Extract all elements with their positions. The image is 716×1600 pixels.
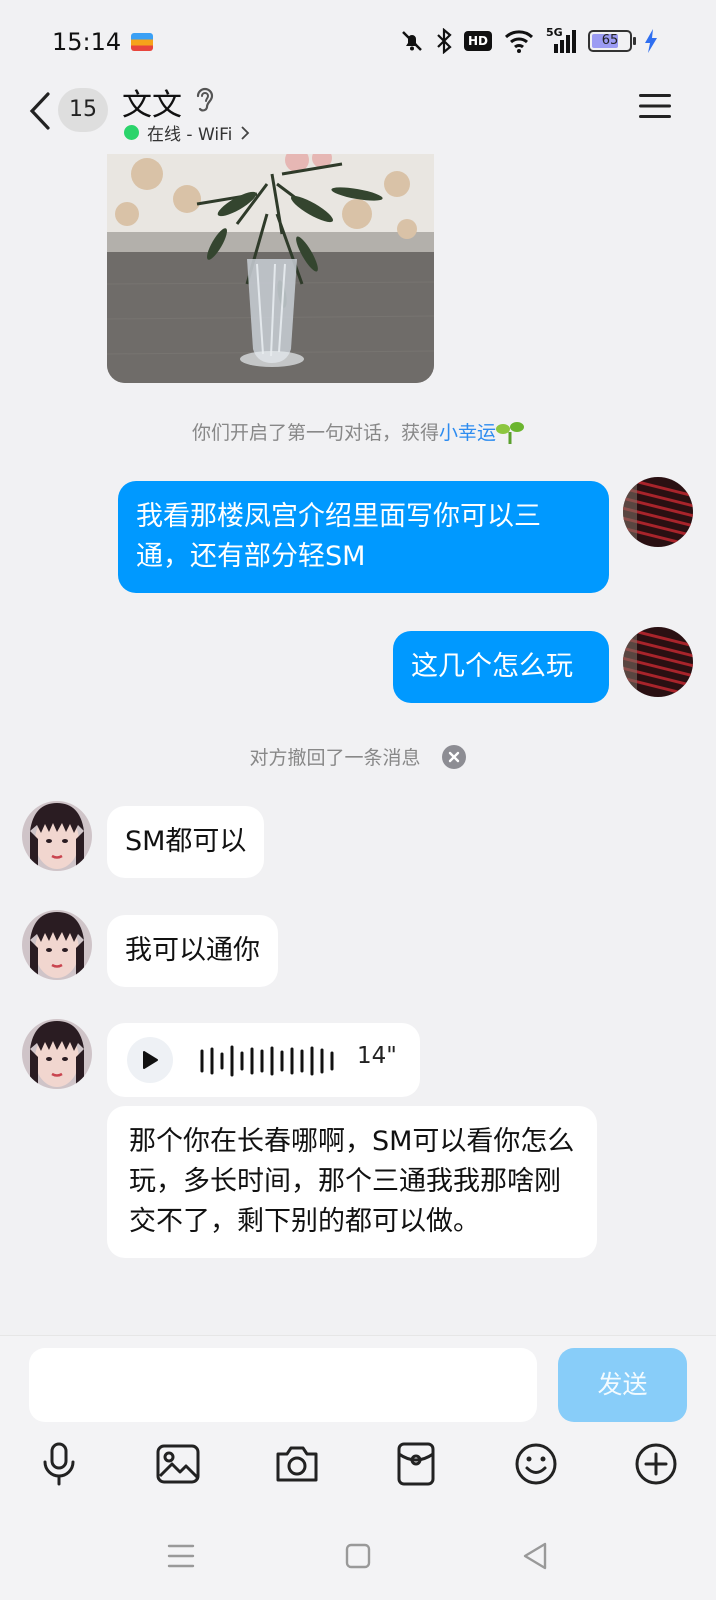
- back-button[interactable]: [24, 88, 56, 134]
- menu-button[interactable]: [638, 92, 672, 124]
- my-avatar[interactable]: [623, 477, 693, 547]
- chevron-left-icon: [29, 92, 50, 130]
- contact-avatar[interactable]: [22, 1019, 92, 1089]
- chat-header: 15 文文 在线 - WiFi: [0, 80, 716, 154]
- camera-button[interactable]: [269, 1436, 325, 1492]
- hd-voice-badge: HD: [463, 31, 492, 51]
- recall-notice-text: 对方撤回了一条消息: [249, 747, 421, 769]
- contact-name[interactable]: 文文: [122, 80, 182, 124]
- lucky-link[interactable]: 小幸运: [439, 422, 496, 444]
- status-icons: HD 5G 65: [400, 26, 658, 56]
- nav-home-button[interactable]: [338, 1536, 378, 1576]
- recall-notice: 对方撤回了一条消息: [0, 743, 716, 770]
- system-notice: 你们开启了第一句对话，获得小幸运: [0, 418, 716, 445]
- microphone-button[interactable]: [31, 1436, 87, 1492]
- send-button[interactable]: 发送: [558, 1348, 687, 1422]
- incoming-message[interactable]: SM都可以: [107, 806, 265, 878]
- plus-icon: [635, 1443, 677, 1485]
- message-text: 这几个怎么玩: [411, 651, 573, 682]
- message-text: SM都可以: [125, 826, 247, 857]
- signal-5g-icon: 5G: [546, 26, 576, 54]
- recent-apps-icon: [167, 1544, 195, 1568]
- hamburger-menu-icon: [639, 94, 671, 118]
- mute-bell-icon: [402, 31, 422, 51]
- charging-bolt-icon: [645, 29, 657, 53]
- online-dot: [124, 125, 139, 140]
- waveform-icon: [200, 1045, 334, 1077]
- emoji-button[interactable]: [508, 1436, 564, 1492]
- nav-menu-button[interactable]: [161, 1536, 201, 1576]
- outgoing-message[interactable]: 我看那楼凤宫介绍里面写你可以三通，还有部分轻SM: [118, 481, 609, 593]
- red-packet-icon: [397, 1442, 435, 1486]
- home-square-icon: [345, 1543, 371, 1569]
- transcription-text: 那个你在长春哪啊，SM可以看你怎么玩，多长时间，那个三通我我那啥刚交不了，剩下别…: [129, 1126, 575, 1237]
- system-notice-text: 你们开启了第一句对话，获得: [191, 422, 439, 444]
- status-bar: 15:14 HD 5G 65: [0, 0, 716, 80]
- sprout-icon: [496, 422, 525, 444]
- nav-back-button[interactable]: [515, 1536, 555, 1576]
- back-triangle-icon: [523, 1542, 547, 1570]
- my-avatar[interactable]: [623, 627, 693, 697]
- battery-indicator: 65: [588, 30, 636, 52]
- image-icon: [156, 1444, 200, 1484]
- wifi-icon: [504, 30, 534, 53]
- photo-message[interactable]: [107, 154, 434, 383]
- message-input[interactable]: [29, 1348, 537, 1422]
- flower-vase-photo: [107, 154, 434, 383]
- outgoing-message[interactable]: 这几个怎么玩: [393, 631, 609, 703]
- image-button[interactable]: [150, 1436, 206, 1492]
- camera-icon: [276, 1446, 318, 1482]
- voice-duration: 14": [357, 1043, 397, 1069]
- contact-avatar[interactable]: [22, 910, 92, 980]
- online-status-text: 在线 - WiFi: [147, 125, 233, 145]
- ear-icon[interactable]: [192, 84, 218, 116]
- emoji-icon: [515, 1443, 557, 1485]
- unread-count-badge[interactable]: 15: [58, 88, 108, 132]
- online-status-row[interactable]: 在线 - WiFi: [124, 120, 250, 145]
- wallet-notification-icon: [131, 33, 153, 51]
- message-text: 我看那楼凤宫介绍里面写你可以三通，还有部分轻SM: [136, 501, 541, 572]
- play-icon: [143, 1051, 158, 1069]
- voice-transcription[interactable]: 那个你在长春哪啊，SM可以看你怎么玩，多长时间，那个三通我我那啥刚交不了，剩下别…: [107, 1106, 597, 1258]
- play-button[interactable]: [127, 1037, 173, 1083]
- voice-message[interactable]: 14": [107, 1023, 420, 1097]
- status-time: 15:14: [52, 28, 122, 56]
- contact-avatar[interactable]: [22, 801, 92, 871]
- incoming-message[interactable]: 我可以通你: [107, 915, 278, 987]
- battery-percent: 65: [601, 33, 619, 48]
- close-circle-icon[interactable]: [441, 744, 467, 770]
- plus-button[interactable]: [628, 1436, 684, 1492]
- red-packet-button[interactable]: [388, 1436, 444, 1492]
- bluetooth-icon: [437, 28, 452, 54]
- message-text: 我可以通你: [125, 935, 260, 966]
- microphone-icon: [43, 1442, 75, 1486]
- chevron-right-icon: [241, 125, 250, 140]
